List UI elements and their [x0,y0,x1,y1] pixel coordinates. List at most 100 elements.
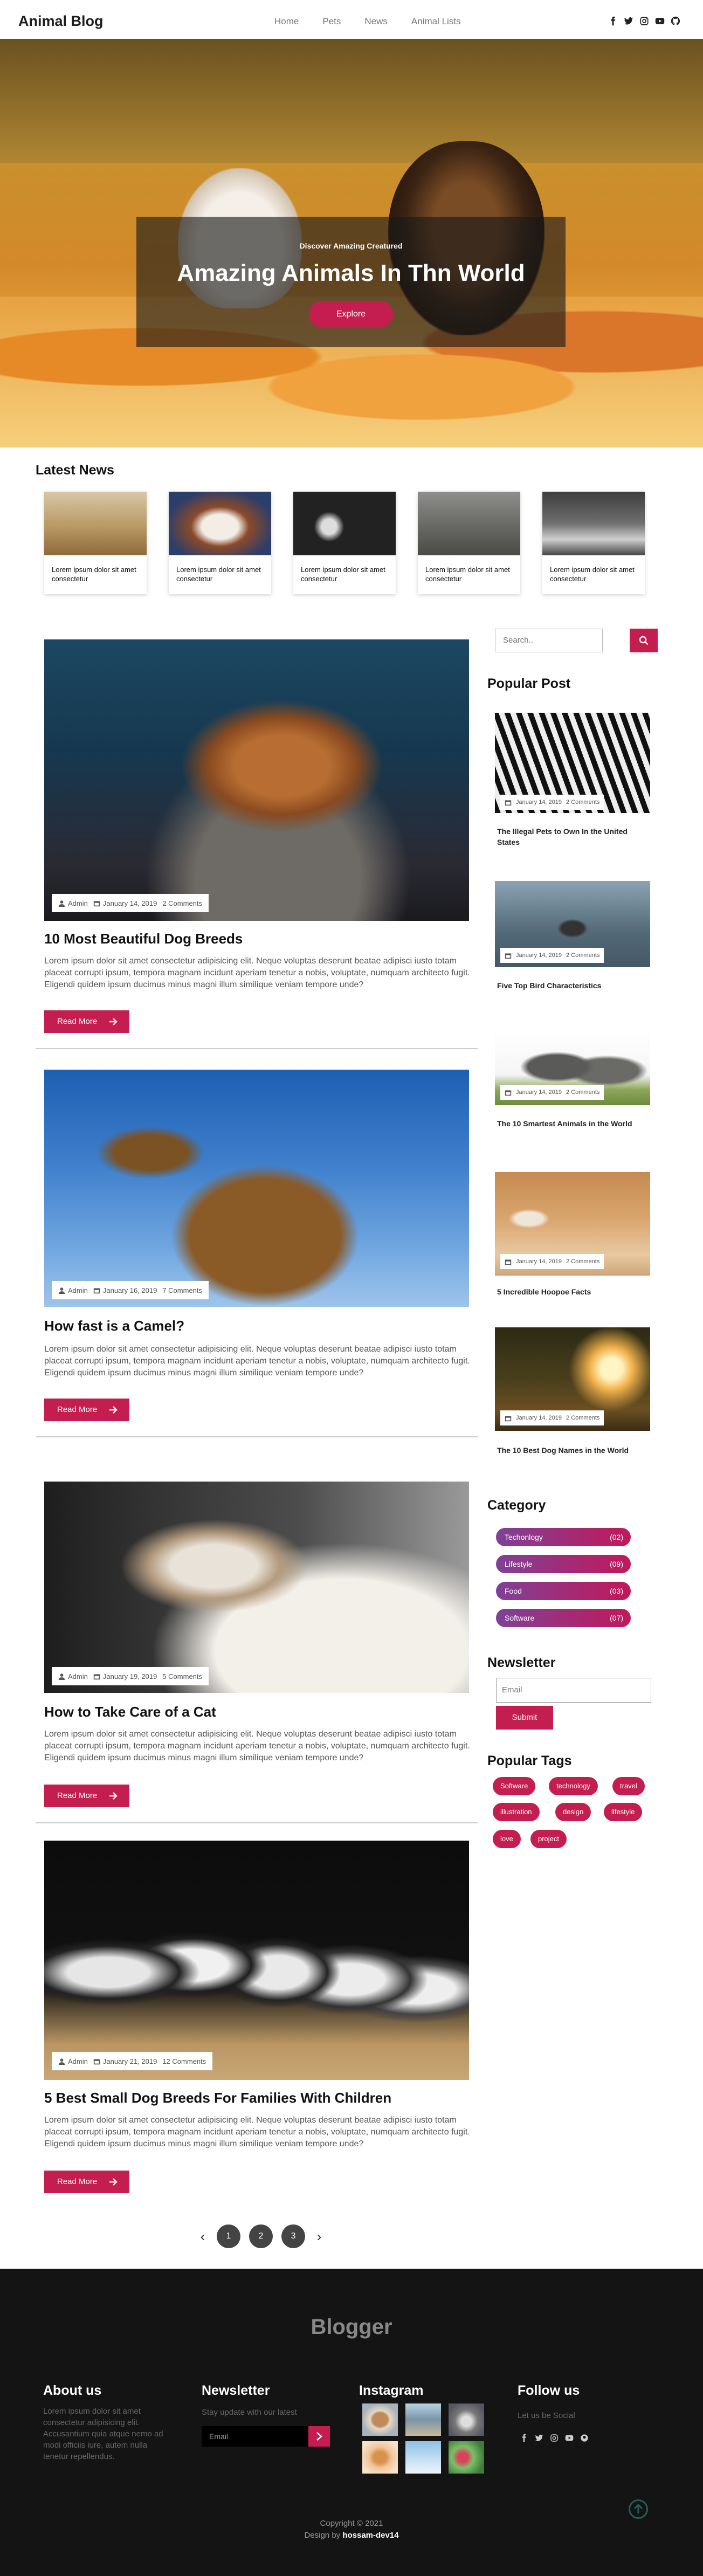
post-comments[interactable]: 2 Comments [162,899,202,907]
tag-pill[interactable]: design [555,1803,591,1821]
brand-logo[interactable]: Animal Blog [18,13,104,30]
category-count: (02) [610,1533,623,1541]
post-divider [36,1436,478,1437]
category-count: (03) [610,1587,623,1595]
facebook-icon[interactable] [520,2434,528,2442]
page-button[interactable]: 3 [281,2224,305,2248]
calendar-icon [93,900,100,906]
news-camel-image [44,492,147,555]
user-icon [58,2058,65,2065]
popular-post-heading: Popular Post [487,676,571,691]
github-icon[interactable] [580,2434,589,2442]
read-more-button[interactable]: Read More [44,1785,129,1807]
tag-pill[interactable]: lifestyle [604,1803,643,1821]
prev-page-button[interactable]: ‹ [197,2228,208,2245]
post-comments[interactable]: 7 Comments [162,1286,202,1294]
facebook-icon[interactable] [608,16,618,26]
instagram-icon[interactable] [550,2434,559,2442]
post-camel-image[interactable] [44,1070,469,1307]
instagram-photo[interactable] [449,2403,484,2436]
footer-follow-heading: Follow us [518,2383,580,2398]
news-card[interactable]: Lorem ipsum dolor sit amet consectetur [293,492,396,594]
instagram-icon[interactable] [639,16,649,26]
post-meta: Admin January 19, 2019 5 Comments [52,1667,209,1685]
popular-post-comments: 2 Comments [566,1258,600,1265]
page-button[interactable]: 2 [249,2224,273,2248]
popular-post-title[interactable]: The 10 Smartest Animals in the World [497,1118,637,1129]
news-card-text: Lorem ipsum dolor sit amet consectetur [176,566,261,583]
nav-link-pets[interactable]: Pets [322,16,341,27]
tag-pill[interactable]: travel [612,1777,645,1795]
popular-post-date: January 14, 2019 [516,799,562,805]
popular-post-comments: 2 Comments [566,1415,600,1421]
post-title[interactable]: 10 Most Beautiful Dog Breeds [44,931,243,947]
nav-link-animal-lists[interactable]: Animal Lists [411,16,461,27]
github-icon[interactable] [671,16,680,26]
news-card-text: Lorem ipsum dolor sit amet consectetur [52,566,136,583]
youtube-icon[interactable] [565,2434,574,2442]
post-comments[interactable]: 5 Comments [162,1672,202,1680]
tag-pill[interactable]: illustration [493,1803,540,1821]
news-card-text: Lorem ipsum dolor sit amet consectetur [301,566,385,583]
category-item[interactable]: Software (07) [496,1609,631,1627]
post-comments[interactable]: 12 Comments [162,2057,206,2065]
post-title[interactable]: How to Take Care of a Cat [44,1704,216,1720]
search-button[interactable] [630,629,658,652]
post-date-text: January 21, 2019 [102,2057,157,2065]
post-title[interactable]: How fast is a Camel? [44,1318,184,1334]
popular-post-title[interactable]: Five Top Bird Characteristics [497,980,637,991]
category-item[interactable]: Techonlogy (02) [496,1528,631,1546]
nav-link-news[interactable]: News [364,16,388,27]
twitter-icon[interactable] [624,16,633,26]
post-cat-image[interactable] [44,1482,469,1693]
category-item[interactable]: Food (03) [496,1582,631,1600]
news-card[interactable]: Lorem ipsum dolor sit amet consectetur [44,492,147,594]
news-card[interactable]: Lorem ipsum dolor sit amet consectetur [542,492,645,594]
calendar-icon [505,1259,512,1265]
instagram-photo[interactable] [449,2441,484,2474]
popular-post-title[interactable]: The Illegal Pets to Own In the United St… [497,826,637,848]
post-meta: Admin January 16, 2019 7 Comments [52,1281,209,1299]
instagram-photo[interactable] [362,2403,398,2436]
tag-pill[interactable]: technology [549,1777,598,1795]
post-dog-image[interactable] [44,639,469,921]
category-count: (09) [610,1560,623,1568]
footer-email-input[interactable]: Email [202,2426,308,2447]
news-card[interactable]: Lorem ipsum dolor sit amet consectetur [418,492,520,594]
next-page-button[interactable]: › [314,2228,325,2245]
scroll-to-top-button[interactable] [629,2499,648,2519]
popular-post-title[interactable]: The 10 Best Dog Names in the World [497,1445,637,1456]
design-credit-name[interactable]: hossam-dev14 [342,2531,398,2540]
footer-logo[interactable]: Blogger [0,2315,703,2339]
popular-post-title[interactable]: 5 Incredible Hoopoe Facts [497,1286,637,1297]
post-date-text: January 16, 2019 [102,1286,157,1294]
main-menu: Home Pets News Animal Lists [274,16,461,27]
post-date: January 19, 2019 [93,1672,157,1680]
youtube-icon[interactable] [655,16,665,26]
newsletter-submit-button[interactable]: Submit [496,1706,553,1730]
post-divider [36,1822,478,1823]
instagram-photo[interactable] [405,2441,441,2474]
twitter-icon[interactable] [535,2434,543,2442]
read-more-button[interactable]: Read More [44,1010,129,1033]
newsletter-email-input[interactable]: Email [496,1678,651,1703]
post-title[interactable]: 5 Best Small Dog Breeds For Families Wit… [44,2090,391,2106]
instagram-photo[interactable] [405,2403,441,2436]
read-more-button[interactable]: Read More [44,1399,129,1421]
news-card[interactable]: Lorem ipsum dolor sit amet consectetur [169,492,271,594]
page-button[interactable]: 1 [217,2224,240,2248]
instagram-photo[interactable] [362,2441,398,2474]
footer-subscribe-button[interactable] [308,2426,330,2447]
tag-pill[interactable]: Software [493,1777,536,1795]
read-more-button[interactable]: Read More [44,2171,129,2193]
tag-pill[interactable]: project [530,1830,567,1848]
nav-link-home[interactable]: Home [274,16,299,27]
search-input[interactable]: Search.. [495,629,603,652]
post-date-text: January 14, 2019 [102,899,157,907]
category-item[interactable]: Lifestyle (09) [496,1555,631,1573]
tag-pill[interactable]: love [493,1830,521,1848]
post-husky-puppies-image[interactable] [44,1841,469,2080]
popular-post-meta: January 14, 2019 2 Comments [500,1085,604,1100]
read-more-label: Read More [57,1791,98,1800]
explore-button[interactable]: Explore [309,301,393,328]
